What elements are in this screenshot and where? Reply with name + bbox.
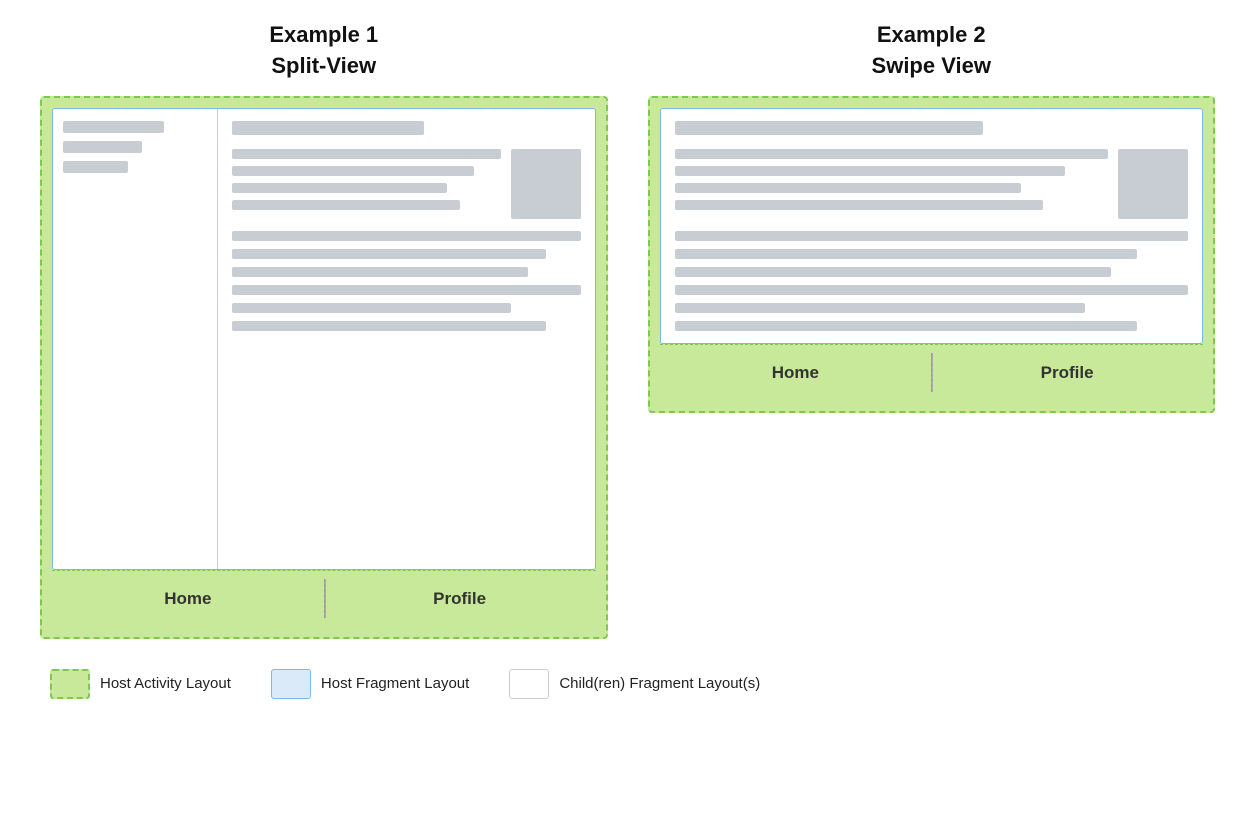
example2-host-activity: ◁ <box>648 96 1216 413</box>
page-container: Example 1 Split-View <box>20 20 1235 709</box>
sidebar-bar-3 <box>63 161 128 173</box>
sidebar-bar-2 <box>63 141 142 153</box>
legend-label-blue: Host Fragment Layout <box>321 675 469 692</box>
sebar6 <box>675 321 1137 331</box>
legend-swatch-blue <box>271 669 311 699</box>
cbar4 <box>232 200 460 210</box>
example2-nav-bar: Home Profile <box>660 344 1204 401</box>
example1-title: Example 1 Split-View <box>269 20 378 82</box>
legend-item-green: Host Activity Layout <box>50 669 231 699</box>
example2-host-fragment: ◁ <box>660 108 1204 344</box>
swipe-extra-bars <box>675 231 1189 331</box>
example1-content <box>218 109 595 569</box>
extra-bars-1 <box>232 231 581 331</box>
ebar3 <box>232 267 528 277</box>
cbar3 <box>232 183 447 193</box>
sebar1 <box>675 231 1189 241</box>
ebar5 <box>232 303 511 313</box>
legend-label-green: Host Activity Layout <box>100 675 231 692</box>
example2-content <box>661 109 1203 343</box>
sebar2 <box>675 249 1137 259</box>
legend-swatch-green <box>50 669 90 699</box>
example2-title: Example 2 Swipe View <box>872 20 991 82</box>
swipe-content-lines <box>675 149 1109 219</box>
sebar4 <box>675 285 1189 295</box>
ebar2 <box>232 249 546 259</box>
example2-nav-profile[interactable]: Profile <box>931 345 1203 401</box>
cbar1 <box>232 149 501 159</box>
example2-nav-profile-label: Profile <box>1041 363 1094 382</box>
example2-block: Example 2 Swipe View ◁ <box>648 20 1216 413</box>
ebar4 <box>232 285 581 295</box>
legend-label-white: Child(ren) Fragment Layout(s) <box>559 675 760 692</box>
example1-nav-profile[interactable]: Profile <box>324 571 596 627</box>
example1-block: Example 1 Split-View <box>40 20 608 639</box>
sebar5 <box>675 303 1086 313</box>
example1-host-fragment <box>52 108 596 570</box>
swipe-content-row-image <box>675 149 1189 219</box>
legend-item-blue: Host Fragment Layout <box>271 669 469 699</box>
example2-nav-home-label: Home <box>772 363 819 382</box>
scbar1 <box>675 149 1109 159</box>
cbar2 <box>232 166 474 176</box>
legend-swatch-white <box>509 669 549 699</box>
content-lines-1 <box>232 149 501 219</box>
example1-title-line1: Example 1 <box>269 22 378 47</box>
example1-title-line2: Split-View <box>271 53 376 78</box>
scbar2 <box>675 166 1065 176</box>
example2-nav-home[interactable]: Home <box>660 345 932 401</box>
example1-nav-bar: Home Profile <box>52 570 596 627</box>
swipe-content-title-bar <box>675 121 983 135</box>
swipe-wrapper: ◁ <box>661 109 1203 343</box>
scbar3 <box>675 183 1022 193</box>
content-row-image <box>232 149 581 219</box>
sidebar-bar-1 <box>63 121 164 133</box>
example1-sidebar <box>53 109 218 569</box>
ebar1 <box>232 231 581 241</box>
example1-nav-home[interactable]: Home <box>52 571 324 627</box>
content-image <box>511 149 581 219</box>
example1-host-activity: Home Profile <box>40 96 608 639</box>
scbar4 <box>675 200 1043 210</box>
legend-row: Host Activity Layout Host Fragment Layou… <box>20 659 1235 709</box>
example2-title-line1: Example 2 <box>877 22 986 47</box>
examples-row: Example 1 Split-View <box>20 20 1235 639</box>
example1-nav-home-label: Home <box>164 589 211 608</box>
sebar3 <box>675 267 1111 277</box>
ebar6 <box>232 321 546 331</box>
swipe-content-image <box>1118 149 1188 219</box>
legend-item-white: Child(ren) Fragment Layout(s) <box>509 669 760 699</box>
example2-title-line2: Swipe View <box>872 53 991 78</box>
content-title-bar <box>232 121 424 135</box>
example1-nav-profile-label: Profile <box>433 589 486 608</box>
